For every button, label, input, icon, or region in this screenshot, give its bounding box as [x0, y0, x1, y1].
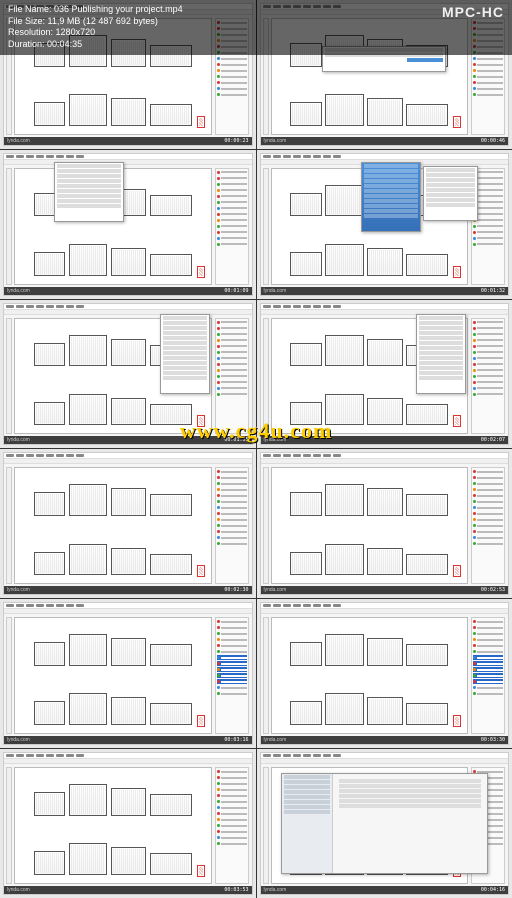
lynda-watermark: lynda.com [264, 887, 287, 893]
media-info-header: File Name: 036 Publishing your project.m… [0, 0, 512, 55]
timestamp: 00:01:32 [481, 288, 505, 294]
thumbnail-11[interactable]: lynda.com 00:04:16 [257, 749, 512, 898]
lynda-watermark: lynda.com [7, 437, 30, 443]
lynda-watermark: lynda.com [264, 737, 287, 743]
timestamp: 00:02:53 [481, 587, 505, 593]
thumbnail-3[interactable]: lynda.com 00:01:32 [257, 150, 512, 299]
site-watermark: www.cg4u.com [180, 418, 333, 444]
thumbnail-grid: lynda.com 00:00:23 lynda.com 00:00:46 lynda.… [0, 0, 512, 898]
lynda-watermark: lynda.com [264, 587, 287, 593]
timestamp: 00:03:53 [224, 887, 248, 893]
thumbnail-2[interactable]: lynda.com 00:01:09 [0, 150, 256, 299]
thumbnail-9[interactable]: lynda.com 00:03:30 [257, 599, 512, 748]
player-logo: MPC-HC [442, 4, 504, 51]
lynda-watermark: lynda.com [7, 288, 30, 294]
thumbnail-10[interactable]: lynda.com 00:03:53 [0, 749, 256, 898]
lynda-watermark: lynda.com [264, 138, 287, 144]
thumbnail-8[interactable]: lynda.com 00:03:16 [0, 599, 256, 748]
media-info: File Name: 036 Publishing your project.m… [8, 4, 183, 51]
thumbnail-6[interactable]: lynda.com 00:02:30 [0, 449, 256, 598]
timestamp: 00:00:23 [224, 138, 248, 144]
timestamp: 00:03:16 [224, 737, 248, 743]
timestamp: 00:02:07 [481, 437, 505, 443]
lynda-watermark: lynda.com [7, 887, 30, 893]
timestamp: 00:03:30 [481, 737, 505, 743]
lynda-watermark: lynda.com [7, 737, 30, 743]
lynda-watermark: lynda.com [7, 587, 30, 593]
thumbnail-7[interactable]: lynda.com 00:02:53 [257, 449, 512, 598]
timestamp: 00:04:16 [481, 887, 505, 893]
timestamp: 00:01:09 [224, 288, 248, 294]
timestamp: 00:02:30 [224, 587, 248, 593]
lynda-watermark: lynda.com [264, 288, 287, 294]
lynda-watermark: lynda.com [7, 138, 30, 144]
timestamp: 00:00:46 [481, 138, 505, 144]
